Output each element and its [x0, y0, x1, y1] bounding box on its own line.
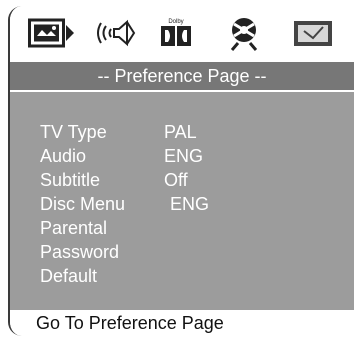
general-setup-icon[interactable] — [28, 16, 76, 50]
menu-item-tv-type[interactable]: TV Type PAL — [10, 120, 354, 144]
menu-item-label: Default — [40, 266, 98, 286]
page-title: -- Preference Page -- — [10, 62, 354, 90]
menu-item-subtitle[interactable]: Subtitle Off — [10, 168, 354, 192]
menu-item-value: Off — [164, 170, 188, 190]
setup-icon-bar: Dolby — [10, 6, 354, 60]
menu-item-value: ENG — [170, 194, 210, 214]
video-setup-icon[interactable] — [224, 16, 264, 51]
preference-menu: TV Type PAL Audio ENG Subtitle Off Disc … — [10, 92, 354, 310]
preference-setup-icon[interactable] — [292, 16, 336, 50]
status-bar: Go To Preference Page — [10, 310, 354, 336]
menu-item-value: PAL — [164, 122, 197, 142]
dolby-logo-text: Dolby — [168, 19, 183, 25]
osd-window: Dolby -- Preference Page -- TV Type PAL … — [8, 6, 354, 336]
audio-setup-icon[interactable] — [94, 16, 138, 50]
menu-item-parental[interactable]: Parental — [10, 216, 354, 240]
menu-item-audio[interactable]: Audio ENG — [10, 144, 354, 168]
dolby-setup-icon[interactable]: Dolby — [156, 16, 196, 50]
status-text: Go To Preference Page — [36, 313, 224, 333]
menu-item-value: ENG — [164, 146, 204, 166]
menu-item-label: Subtitle — [40, 170, 101, 190]
menu-item-label: TV Type — [40, 122, 107, 142]
menu-item-label: Password — [40, 242, 120, 262]
menu-item-label: Disc Menu — [40, 194, 126, 214]
menu-item-password[interactable]: Password — [10, 240, 354, 264]
menu-item-label: Parental — [40, 218, 108, 238]
menu-item-disc-menu[interactable]: Disc Menu ENG — [10, 192, 354, 216]
menu-item-label: Audio — [40, 146, 87, 166]
menu-item-default[interactable]: Default — [10, 264, 354, 288]
